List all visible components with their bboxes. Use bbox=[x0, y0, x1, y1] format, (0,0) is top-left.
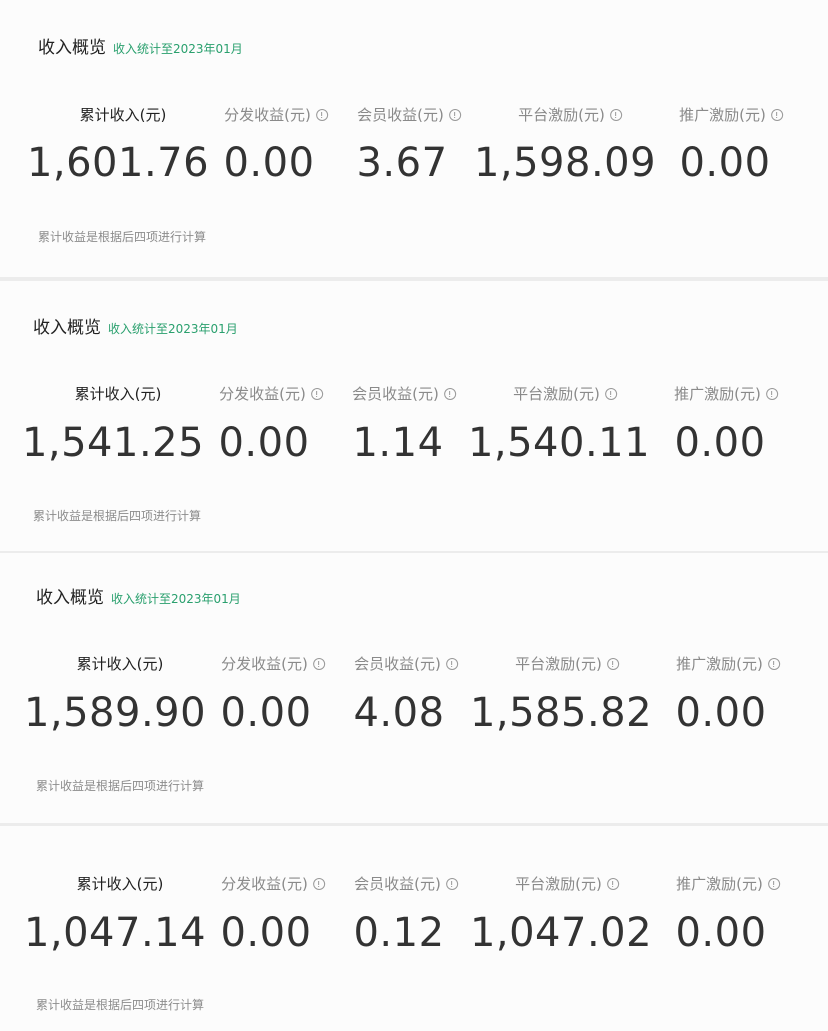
metric-value-distribution: 0.00 bbox=[223, 140, 315, 186]
card-subtitle: 收入统计至2023年01月 bbox=[111, 592, 241, 606]
metric-value-promotion: 0.00 bbox=[679, 140, 771, 186]
metric-value-platform: 1,585.82 bbox=[469, 690, 653, 736]
info-icon[interactable] bbox=[765, 387, 778, 400]
metric-label-platform[interactable]: 平台激励(元) bbox=[513, 383, 617, 404]
metric-label-distribution[interactable]: 分发收益(元) bbox=[221, 873, 325, 894]
income-overview-card-3: 收入概览 收入统计至2023年01月 累计收入(元) 分发收益(元) 会员收益(… bbox=[0, 553, 828, 823]
income-overview-card-2: 收入概览 收入统计至2023年01月 累计收入(元) 分发收益(元) 会员收益(… bbox=[0, 281, 828, 551]
metric-label-member[interactable]: 会员收益(元) bbox=[352, 383, 456, 404]
info-icon[interactable] bbox=[312, 877, 325, 890]
metric-label-total: 累计收入(元) bbox=[76, 655, 164, 673]
metric-label-member[interactable]: 会员收益(元) bbox=[357, 104, 461, 125]
metric-value-total: 1,601.76 bbox=[26, 140, 210, 186]
metric-value-platform: 1,598.09 bbox=[473, 140, 657, 186]
metric-label-distribution[interactable]: 分发收益(元) bbox=[219, 383, 323, 404]
info-icon[interactable] bbox=[443, 387, 456, 400]
info-icon[interactable] bbox=[445, 877, 458, 890]
metric-value-platform: 1,540.11 bbox=[467, 420, 651, 466]
info-icon[interactable] bbox=[770, 108, 783, 121]
metric-label-total: 累计收入(元) bbox=[74, 385, 162, 403]
metric-label-platform[interactable]: 平台激励(元) bbox=[515, 653, 619, 674]
card-header: 收入概览 收入统计至2023年01月 bbox=[38, 33, 243, 58]
metric-label-total: 累计收入(元) bbox=[76, 875, 164, 893]
card-header: 收入概览 收入统计至2023年01月 bbox=[33, 313, 238, 338]
metric-label-total: 累计收入(元) bbox=[79, 106, 167, 124]
income-overview-card-1: 收入概览 收入统计至2023年01月 累计收入(元) 分发收益(元) 会员收益(… bbox=[0, 0, 828, 277]
metric-label-distribution[interactable]: 分发收益(元) bbox=[221, 653, 325, 674]
card-subtitle: 收入统计至2023年01月 bbox=[113, 42, 243, 56]
info-icon[interactable] bbox=[448, 108, 461, 121]
info-icon[interactable] bbox=[606, 657, 619, 670]
info-icon[interactable] bbox=[315, 108, 328, 121]
metric-label-promotion[interactable]: 推广激励(元) bbox=[679, 104, 783, 125]
card-note: 累计收益是根据后四项进行计算 bbox=[38, 230, 207, 244]
metric-label-promotion[interactable]: 推广激励(元) bbox=[674, 383, 778, 404]
info-icon[interactable] bbox=[609, 108, 622, 121]
card-subtitle: 收入统计至2023年01月 bbox=[108, 322, 238, 336]
info-icon[interactable] bbox=[604, 387, 617, 400]
card-title: 收入概览 bbox=[33, 318, 101, 338]
metric-value-member: 3.67 bbox=[356, 140, 448, 186]
metric-value-total: 1,541.25 bbox=[21, 420, 205, 466]
card-note: 累计收益是根据后四项进行计算 bbox=[36, 998, 205, 1012]
metric-value-distribution: 0.00 bbox=[220, 910, 312, 956]
metric-label-platform[interactable]: 平台激励(元) bbox=[518, 104, 622, 125]
metric-value-total: 1,589.90 bbox=[23, 690, 207, 736]
info-icon[interactable] bbox=[310, 387, 323, 400]
income-overview-card-4: 累计收入(元) 分发收益(元) 会员收益(元) 平台激励(元) 推广激励(元) … bbox=[0, 826, 828, 1031]
metric-value-promotion: 0.00 bbox=[675, 910, 767, 956]
info-icon[interactable] bbox=[312, 657, 325, 670]
info-icon[interactable] bbox=[767, 657, 780, 670]
card-title: 收入概览 bbox=[38, 38, 106, 58]
info-icon[interactable] bbox=[445, 657, 458, 670]
metric-value-promotion: 0.00 bbox=[674, 420, 766, 466]
metric-value-distribution: 0.00 bbox=[218, 420, 310, 466]
metric-label-promotion[interactable]: 推广激励(元) bbox=[676, 653, 780, 674]
metric-value-promotion: 0.00 bbox=[675, 690, 767, 736]
info-icon[interactable] bbox=[767, 877, 780, 890]
card-note: 累计收益是根据后四项进行计算 bbox=[36, 779, 205, 793]
metric-label-promotion[interactable]: 推广激励(元) bbox=[676, 873, 780, 894]
metric-label-member[interactable]: 会员收益(元) bbox=[354, 653, 458, 674]
metric-label-platform[interactable]: 平台激励(元) bbox=[515, 873, 619, 894]
info-icon[interactable] bbox=[606, 877, 619, 890]
card-note: 累计收益是根据后四项进行计算 bbox=[33, 509, 202, 523]
card-header: 收入概览 收入统计至2023年01月 bbox=[36, 583, 241, 608]
metric-label-distribution[interactable]: 分发收益(元) bbox=[224, 104, 328, 125]
metric-value-member: 1.14 bbox=[352, 420, 444, 466]
metric-value-platform: 1,047.02 bbox=[469, 910, 653, 956]
metric-value-total: 1,047.14 bbox=[23, 910, 207, 956]
metric-value-distribution: 0.00 bbox=[220, 690, 312, 736]
metric-value-member: 4.08 bbox=[353, 690, 445, 736]
card-title: 收入概览 bbox=[36, 588, 104, 608]
metric-label-member[interactable]: 会员收益(元) bbox=[354, 873, 458, 894]
metric-value-member: 0.12 bbox=[353, 910, 445, 956]
